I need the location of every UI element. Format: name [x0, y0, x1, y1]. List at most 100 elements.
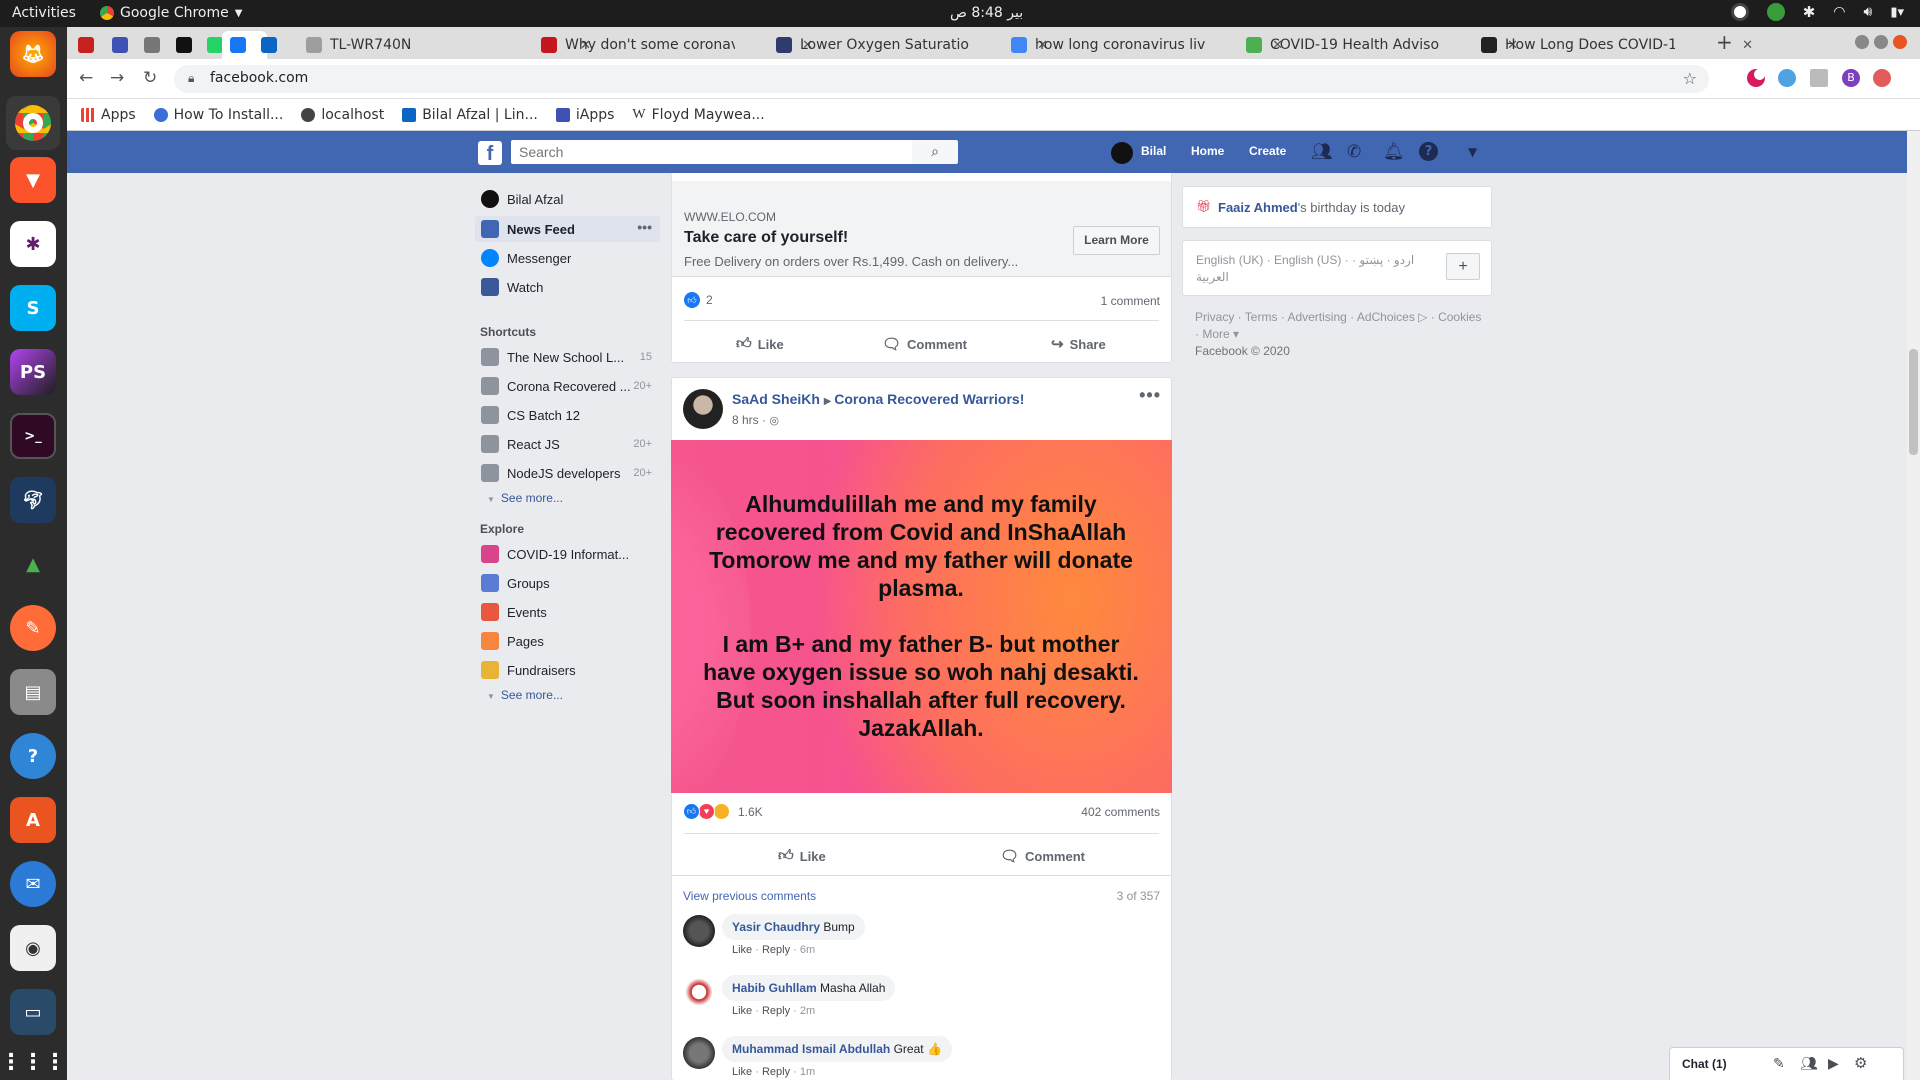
app-menu[interactable]: Google Chrome ▼ [100, 5, 242, 21]
add-language-button[interactable]: + [1446, 253, 1480, 280]
brave-icon[interactable]: ▼ [10, 157, 56, 203]
explore-item[interactable]: Groups [475, 570, 660, 596]
commenter-avatar[interactable] [683, 976, 715, 1008]
nav-item-watch[interactable]: Watch [475, 274, 660, 300]
extension-gmail-icon[interactable] [1873, 69, 1891, 87]
comment-reply-link[interactable]: Reply [762, 1066, 790, 1078]
shortcut-item[interactable]: Corona Recovered ... 20+ [475, 373, 660, 399]
comment-time[interactable]: 6m [800, 944, 815, 956]
post-colored-background[interactable]: Alhumdulillah me and my family recovered… [671, 440, 1172, 793]
firefox-icon[interactable]: 🦊︎ [10, 31, 56, 77]
header-create-link[interactable]: Create [1249, 144, 1286, 158]
rhythmbox-icon[interactable]: ◉ [10, 925, 56, 971]
bookmark-localhost[interactable]: localhost [301, 107, 384, 123]
bookmark-linkedin[interactable]: Bilal Afzal | Lin... [402, 107, 538, 123]
ad-reaction-summary[interactable]: 👍︎ 2 [684, 292, 713, 308]
commenter-name-link[interactable]: Muhammad Ismail Abdullah [732, 1042, 890, 1056]
scrollbar-thumb[interactable] [1909, 349, 1918, 455]
help-icon[interactable]: ? [10, 733, 56, 779]
more-options-icon[interactable]: ••• [637, 219, 652, 235]
commenter-avatar[interactable] [683, 1037, 715, 1069]
post-reaction-summary[interactable]: 👍︎ ♥ 1.6K [683, 803, 763, 820]
notifications-icon[interactable]: 🔔︎ [1383, 142, 1405, 162]
language-list[interactable]: English (UK) · English (US) · اردو · پښت… [1196, 252, 1446, 286]
birthday-name-link[interactable]: Faaiz Ahmed [1218, 200, 1298, 215]
terminal-icon[interactable]: >_ [10, 413, 56, 459]
files-icon[interactable]: ▤ [10, 669, 56, 715]
browser-tab[interactable] [253, 31, 297, 59]
browser-tab[interactable] [104, 31, 136, 59]
account-menu-icon[interactable]: ▼ [1468, 145, 1477, 159]
help-icon[interactable]: ? [1419, 142, 1438, 161]
address-bar[interactable]: 🔒︎ facebook.com ☆ [174, 65, 1709, 93]
explore-item[interactable]: Fundraisers [475, 657, 660, 683]
nav-item-messenger[interactable]: Messenger [475, 245, 660, 271]
robo3t-icon[interactable]: ▲ [10, 541, 56, 587]
chat-settings-icon[interactable]: ⚙ [1854, 1054, 1867, 1072]
profile-avatar[interactable]: B [1842, 69, 1860, 87]
header-profile-link[interactable]: Bilal [1141, 144, 1166, 158]
thunderbird-icon[interactable]: ✉ [10, 861, 56, 907]
post-comment-button[interactable]: 🗨︎ Comment [1000, 847, 1085, 865]
shortcut-item[interactable]: CS Batch 12 [475, 402, 660, 428]
profile-link[interactable]: Bilal Afzal [475, 186, 660, 212]
explore-see-more[interactable]: ▼ See more... [487, 688, 563, 702]
facebook-logo-icon[interactable]: f [478, 141, 502, 165]
software-center-icon[interactable]: A [10, 797, 56, 843]
bookmark-floyd[interactable]: W Floyd Maywea... [632, 107, 764, 123]
reading-list-icon[interactable] [1810, 69, 1828, 87]
obs-icon[interactable] [1730, 3, 1749, 21]
ad-comment-count[interactable]: 1 comment [1101, 294, 1160, 308]
explore-item[interactable]: Pages [475, 628, 660, 654]
minimize-button[interactable] [1855, 35, 1869, 49]
shortcut-item[interactable]: The New School L... 15 [475, 344, 660, 370]
mysql-workbench-icon[interactable]: 🐬︎ [10, 477, 56, 523]
header-avatar[interactable] [1111, 142, 1133, 164]
comment-like-link[interactable]: Like [732, 1005, 752, 1017]
video-call-icon[interactable]: ▶ [1828, 1055, 1839, 1072]
slack-icon[interactable]: ✱ [10, 221, 56, 267]
bookmark-how-to-install[interactable]: How To Install... [153, 107, 283, 123]
show-apps-icon[interactable]: ⋮⋮⋮ [0, 1039, 66, 1080]
comment-like-link[interactable]: Like [732, 1066, 752, 1078]
comment-time[interactable]: 1m [800, 1066, 815, 1078]
browser-tab[interactable] [136, 31, 168, 59]
browser-tab[interactable] [168, 31, 200, 59]
comment-like-link[interactable]: Like [732, 944, 752, 956]
skype-icon[interactable]: S [10, 285, 56, 331]
maximize-button[interactable] [1874, 35, 1888, 49]
commenter-name-link[interactable]: Yasir Chaudhry [732, 920, 820, 934]
check-icon[interactable] [1766, 3, 1785, 21]
shortcuts-see-more[interactable]: ▼ See more... [487, 491, 563, 505]
learn-more-button[interactable]: Learn More [1073, 226, 1160, 255]
browser-tab[interactable] [70, 31, 102, 59]
view-previous-comments[interactable]: View previous comments [683, 889, 816, 903]
post-time[interactable]: 8 hrs · [732, 413, 769, 427]
friend-requests-icon[interactable]: 👥︎ [1311, 142, 1333, 162]
phpstorm-icon[interactable]: PS [10, 349, 56, 395]
reload-icon[interactable]: ↻ [143, 68, 157, 88]
header-home-link[interactable]: Home [1191, 144, 1224, 158]
close-tab-icon[interactable]: ✕ [1742, 38, 1753, 53]
clock[interactable]: بير 8:48 ص [950, 5, 1023, 21]
comment-reply-link[interactable]: Reply [762, 1005, 790, 1017]
birthday-card[interactable]: 🎁︎ Faaiz Ahmed's birthday is today [1182, 186, 1492, 228]
volume-icon[interactable]: 🔊︎ [1863, 4, 1872, 20]
shortcut-item[interactable]: NodeJS developers 20+ [475, 460, 660, 486]
comment-time[interactable]: 2m [800, 1005, 815, 1017]
search-input[interactable] [511, 140, 913, 164]
post-group-link[interactable]: Corona Recovered Warriors! [834, 391, 1024, 407]
activities-button[interactable]: Activities [12, 5, 76, 21]
forward-icon[interactable]: → [110, 68, 124, 88]
footer-links[interactable]: Privacy · Terms · Advertising · AdChoice… [1195, 309, 1485, 343]
post-author-avatar[interactable] [683, 389, 723, 429]
chrome-dock-icon[interactable] [6, 96, 60, 150]
search-button[interactable]: ⌕ [912, 140, 958, 164]
chat-bar[interactable]: Chat (1) ✎ 👥︎ ▶ ⚙ [1669, 1047, 1904, 1080]
system-tray[interactable]: ✱ ◠ 🔊︎ ▮▾ [1730, 3, 1904, 21]
shortcut-item[interactable]: React JS 20+ [475, 431, 660, 457]
new-tab-button[interactable]: + [1716, 30, 1733, 54]
explore-item[interactable]: Events [475, 599, 660, 625]
nav-item-news-feed[interactable]: News Feed ••• [475, 216, 660, 242]
ad-share-button[interactable]: ↪ Share [1051, 335, 1106, 353]
